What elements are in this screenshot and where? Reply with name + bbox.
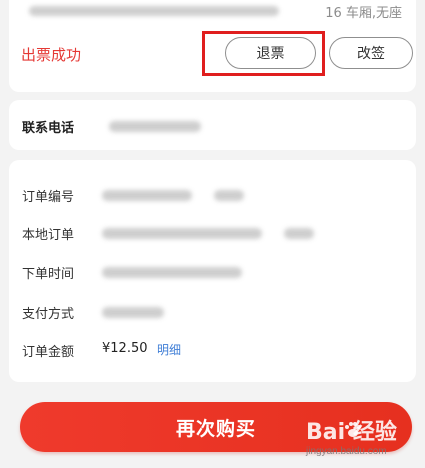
order-row: 订单金额 ¥12.50 明细 (9, 341, 416, 361)
rebuy-label: 再次购买 (175, 417, 256, 440)
payment-method-label: 支付方式 (22, 307, 75, 322)
blurred-local-order (102, 228, 262, 239)
order-row: 支付方式 (9, 303, 416, 323)
blurred-passenger-id (29, 6, 279, 16)
blurred-copy (214, 190, 244, 201)
local-order-label: 本地订单 (22, 228, 75, 243)
blurred-order-number (102, 190, 192, 201)
order-row: 下单时间 (9, 263, 416, 283)
order-amount-label: 订单金额 (22, 345, 75, 360)
seat-info: 16 车厢,无座 (325, 6, 402, 21)
rebuy-button[interactable]: 再次购买 (20, 402, 412, 452)
blurred-order-time (102, 267, 242, 278)
order-amount-value: ¥12.50 (102, 341, 148, 356)
ticket-status: 出票成功 (21, 46, 82, 64)
change-ticket-button[interactable]: 改签 (329, 37, 413, 69)
blurred-phone-number (109, 121, 201, 132)
blurred-payment-method (102, 307, 164, 318)
amount-detail-link[interactable]: 明细 (157, 341, 181, 358)
refund-button[interactable]: 退票 (225, 37, 316, 69)
contact-card: 联系电话 (9, 100, 416, 150)
order-details-card: 订单编号 本地订单 下单时间 支付方式 订单金额 ¥12.50 明细 (9, 160, 416, 382)
blurred-copy (284, 228, 314, 239)
order-row: 本地订单 (9, 224, 416, 244)
phone-label: 联系电话 (22, 121, 75, 136)
order-row: 订单编号 (9, 186, 416, 206)
order-number-label: 订单编号 (22, 190, 75, 205)
ticket-card: 16 车厢,无座 出票成功 退票 改签 (9, 0, 416, 92)
order-time-label: 下单时间 (22, 267, 75, 282)
